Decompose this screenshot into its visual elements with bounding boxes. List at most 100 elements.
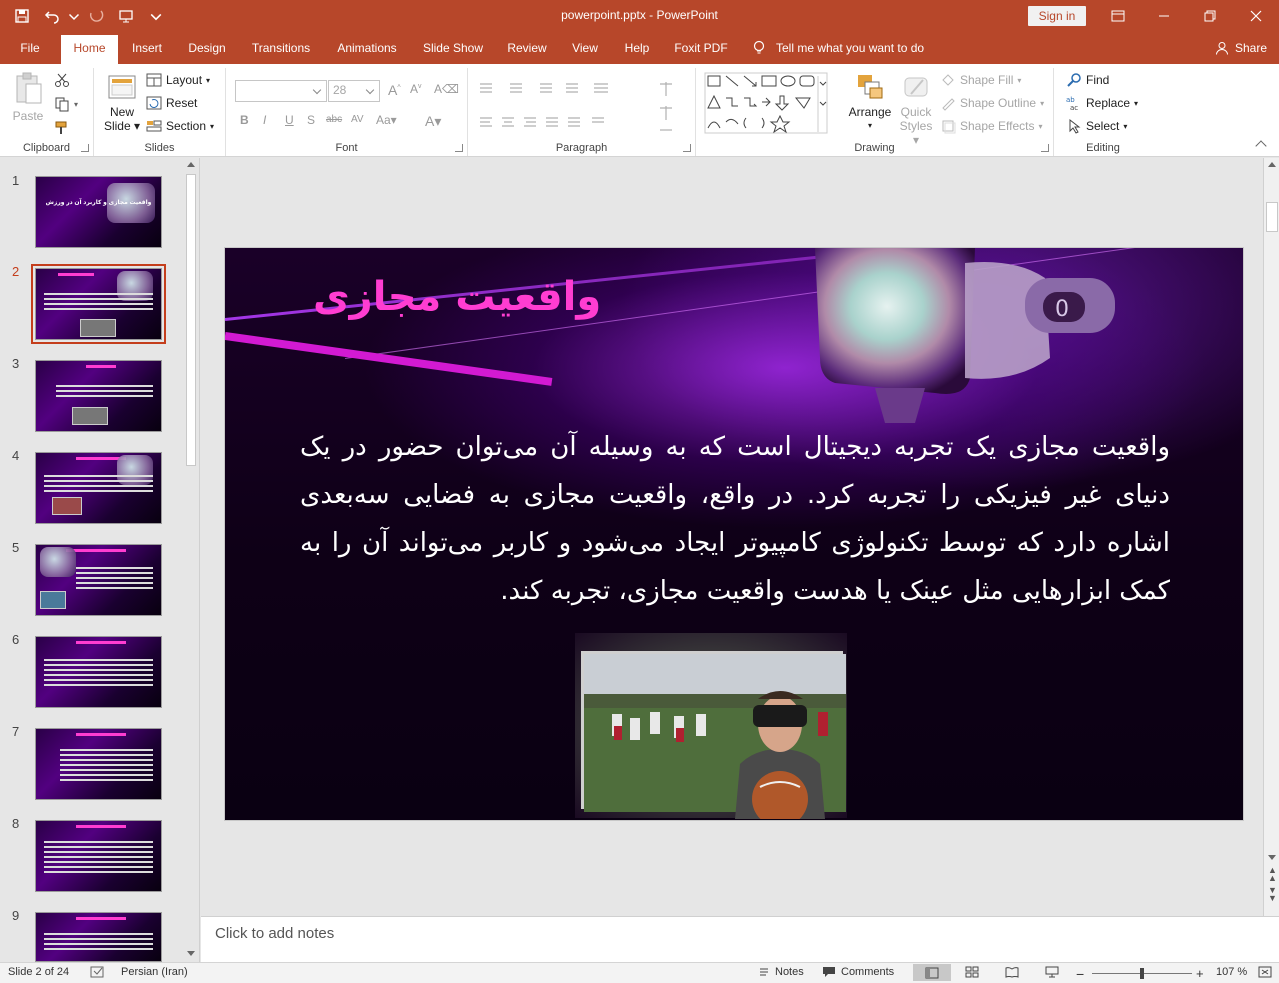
character-spacing-icon[interactable]: AV <box>351 114 364 125</box>
layout-button[interactable]: Layout ▾ <box>146 72 210 88</box>
tab-animations[interactable]: Animations <box>330 32 404 64</box>
select-button[interactable]: Select ▾ <box>1066 118 1127 134</box>
tab-insert[interactable]: Insert <box>124 32 170 64</box>
zoom-level[interactable]: 107 % <box>1216 966 1247 978</box>
svg-text:ab: ab <box>1066 96 1075 104</box>
drawing-launcher-icon[interactable] <box>1041 144 1049 152</box>
section-button[interactable]: Section ▾ <box>146 118 214 134</box>
copy-button[interactable]: ▾ <box>54 96 78 112</box>
font-color-icon[interactable]: A▾ <box>425 113 441 130</box>
spell-check-icon[interactable] <box>90 966 106 979</box>
fit-slide-icon[interactable] <box>1258 966 1272 978</box>
bold-icon[interactable]: B <box>240 113 249 127</box>
slide-sorter-button[interactable] <box>965 966 979 978</box>
normal-view-button[interactable] <box>913 964 951 981</box>
reading-view-button[interactable] <box>1005 966 1019 978</box>
thumbnail-scrollbar[interactable] <box>184 158 198 962</box>
shape-outline-button[interactable]: Shape Outline ▾ <box>940 95 1044 111</box>
shape-fill-button[interactable]: Shape Fill ▾ <box>940 72 1021 88</box>
slide-thumbnail-6[interactable] <box>35 636 162 708</box>
thumb-number: 1 <box>12 173 20 188</box>
slide-thumbnail-pane: 1 واقعیت مجازی و کاربرد آن در ورزش 2 3 4… <box>0 158 200 962</box>
tab-transitions[interactable]: Transitions <box>245 32 317 64</box>
slide-thumbnail-7[interactable] <box>35 728 162 800</box>
slide-thumbnail-1[interactable]: واقعیت مجازی و کاربرد آن در ورزش <box>35 176 162 248</box>
font-name-combo[interactable] <box>235 80 327 102</box>
slide-body-text[interactable]: واقعیت مجازی یک تجربه دیجیتال است که به … <box>300 423 1170 615</box>
slide-editing-area: 0 واقعیت مجازی واقعیت مجازی یک تجربه دیج… <box>201 158 1263 916</box>
scroll-up-icon[interactable] <box>1268 162 1276 167</box>
sign-in-button[interactable]: Sign in <box>1028 6 1086 26</box>
tab-design[interactable]: Design <box>181 32 233 64</box>
decrease-font-size-icon[interactable]: Av <box>410 82 422 96</box>
paragraph-group: Paragraph <box>468 68 696 156</box>
slide-thumbnail-3[interactable] <box>35 360 162 432</box>
close-icon[interactable] <box>1233 0 1279 32</box>
zoom-slider-handle[interactable] <box>1140 968 1144 979</box>
italic-icon[interactable]: I <box>263 113 266 127</box>
scroll-thumb[interactable] <box>1266 202 1278 232</box>
next-slide-icon[interactable]: ▼ ▼ <box>1268 886 1277 903</box>
slide-scrollbar[interactable]: ▲ ▲ ▼ ▼ <box>1263 158 1279 916</box>
tab-file[interactable]: File <box>10 32 50 64</box>
scroll-thumb[interactable] <box>186 174 196 466</box>
underline-icon[interactable]: U <box>285 113 294 127</box>
new-slide-button[interactable]: New Slide ▾ <box>102 72 142 133</box>
collapse-ribbon-icon[interactable] <box>1255 140 1267 152</box>
replace-icon: abac <box>1066 96 1078 111</box>
slides-label: Slides <box>144 142 175 154</box>
restore-icon[interactable] <box>1187 0 1233 32</box>
tell-me-search[interactable]: Tell me what you want to do <box>752 32 924 64</box>
increase-font-size-icon[interactable]: A^ <box>388 82 401 98</box>
tab-help[interactable]: Help <box>617 32 657 64</box>
clipboard-launcher-icon[interactable] <box>81 144 89 152</box>
quick-styles-button[interactable]: Quick Styles ▾ <box>896 72 936 147</box>
text-shadow-icon[interactable]: S <box>307 113 315 127</box>
zoom-in-icon[interactable]: + <box>1196 966 1204 981</box>
paragraph-launcher-icon[interactable] <box>683 144 691 152</box>
tab-slide-show[interactable]: Slide Show <box>417 32 489 64</box>
editing-label: Editing <box>1086 142 1120 154</box>
slide-show-button[interactable] <box>1045 966 1059 978</box>
slide-thumbnail-9[interactable] <box>35 912 162 962</box>
tab-foxit-pdf[interactable]: Foxit PDF <box>669 32 733 64</box>
slide-title[interactable]: واقعیت مجازی <box>313 274 601 320</box>
scroll-up-icon[interactable] <box>187 162 195 167</box>
shapes-gallery[interactable] <box>704 72 828 134</box>
cut-button[interactable] <box>54 72 70 88</box>
minimize-icon[interactable] <box>1141 0 1187 32</box>
slide-thumbnail-2[interactable] <box>31 264 166 344</box>
notes-label: Notes <box>775 966 804 978</box>
replace-button[interactable]: ab ac Replace ▾ <box>1066 95 1138 111</box>
slide-thumbnail-5[interactable] <box>35 544 162 616</box>
tab-review[interactable]: Review <box>501 32 553 64</box>
find-button[interactable]: Find <box>1066 72 1109 88</box>
svg-text:ac: ac <box>1070 104 1078 111</box>
share-button[interactable]: Share <box>1215 32 1267 64</box>
tab-home[interactable]: Home <box>61 35 118 64</box>
reset-button[interactable]: Reset <box>146 95 197 111</box>
slide-thumbnail-8[interactable] <box>35 820 162 892</box>
arrange-icon <box>858 75 883 99</box>
clear-formatting-icon[interactable]: A⌫ <box>434 82 459 96</box>
tab-view[interactable]: View <box>565 32 605 64</box>
strikethrough-icon[interactable]: abc <box>326 114 342 125</box>
change-case-icon[interactable]: Aa▾ <box>376 113 397 127</box>
arrange-button[interactable]: Arrange ▾ <box>846 72 894 133</box>
font-size-combo[interactable]: 28 <box>328 80 380 102</box>
ribbon-display-options-icon[interactable] <box>1095 0 1141 32</box>
scroll-down-icon[interactable] <box>187 951 195 956</box>
notes-pane[interactable]: Click to add notes <box>201 916 1279 962</box>
language-indicator[interactable]: Persian (Iran) <box>121 966 188 978</box>
format-painter-button[interactable] <box>54 120 70 136</box>
font-launcher-icon[interactable] <box>455 144 463 152</box>
zoom-out-icon[interactable]: − <box>1076 966 1084 982</box>
slide-thumbnail-4[interactable] <box>35 452 162 524</box>
current-slide[interactable]: 0 واقعیت مجازی واقعیت مجازی یک تجربه دیج… <box>224 247 1244 821</box>
comments-button[interactable]: Comments <box>822 966 894 978</box>
scroll-down-icon[interactable] <box>1268 855 1276 860</box>
notes-button[interactable]: Notes <box>758 966 804 978</box>
paste-button[interactable]: Paste <box>10 72 46 123</box>
shape-effects-button[interactable]: Shape Effects ▾ <box>940 118 1043 134</box>
previous-slide-icon[interactable]: ▲ ▲ <box>1268 866 1277 883</box>
